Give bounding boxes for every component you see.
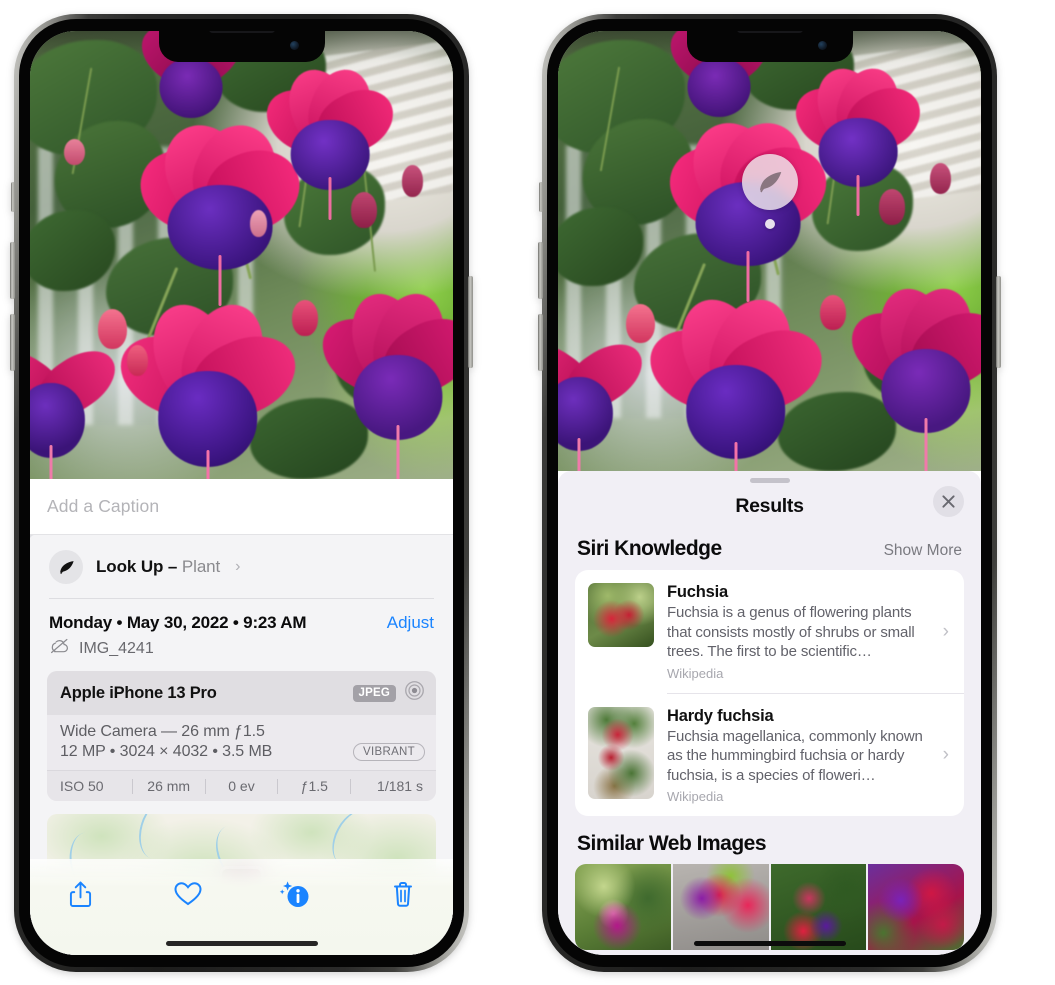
knowledge-source: Wikipedia: [667, 789, 724, 804]
capture-date: Monday • May 30, 2022 • 9:23 AM: [49, 613, 307, 632]
phone-right-screen: Results Siri Knowledge Show More Fuchsia…: [558, 31, 981, 955]
knowledge-item-fuchsia[interactable]: Fuchsia Fuchsia is a genus of flowering …: [575, 570, 964, 693]
similar-images-grid: [558, 864, 981, 950]
look-up-label: Look Up – Plant: [96, 557, 220, 577]
volume-down-button[interactable]: [538, 314, 543, 371]
volume-up-button[interactable]: [538, 242, 543, 299]
look-up-subject: Plant: [181, 557, 221, 576]
photo-style-badge: VIBRANT: [353, 743, 425, 761]
visual-look-up-badge[interactable]: [741, 154, 798, 230]
exif-specs-row: 12 MP • 3024 × 4032 • 3.5 MB VIBRANT: [60, 743, 425, 761]
mute-switch[interactable]: [11, 182, 15, 212]
volume-down-button[interactable]: [10, 314, 15, 371]
chevron-right-icon: ›: [235, 558, 241, 575]
power-button[interactable]: [468, 276, 473, 368]
info-sparkle-icon[interactable]: [273, 873, 317, 915]
siri-knowledge-card: Fuchsia Fuchsia is a genus of flowering …: [575, 570, 964, 816]
phone-right-bezel: Results Siri Knowledge Show More Fuchsia…: [547, 19, 992, 967]
knowledge-source: Wikipedia: [667, 665, 724, 681]
knowledge-thumbnail: [588, 706, 654, 799]
exif-stat-aperture: ƒ1.5: [300, 778, 328, 794]
look-up-anchor-dot: [764, 219, 775, 230]
notch: [686, 31, 853, 62]
similar-image-1[interactable]: [575, 864, 671, 950]
exif-details: Wide Camera — 26 mm ƒ1.5 12 MP • 3024 × …: [47, 715, 436, 770]
exif-header: Apple iPhone 13 Pro JPEG: [47, 671, 436, 715]
format-badge: JPEG: [352, 684, 396, 702]
exif-stat-ev: 0 ev: [228, 778, 255, 794]
exif-stat-iso: ISO 50: [60, 778, 104, 794]
notch: [158, 31, 325, 62]
earpiece-speaker: [208, 31, 275, 33]
panel-title: Results: [735, 494, 804, 517]
map-stream: [132, 814, 188, 865]
power-button[interactable]: [996, 276, 1001, 368]
exif-stat-focal: 26 mm: [147, 778, 191, 794]
screenshot-stage: Add a Caption ✦ ✦: [0, 0, 1055, 985]
exif-header-badges: JPEG: [352, 680, 425, 706]
knowledge-item-hardy-fuchsia[interactable]: Hardy fuchsia Fuchsia magellanica, commo…: [575, 694, 964, 817]
caption-row[interactable]: Add a Caption: [30, 479, 453, 535]
photo-foliage-layer: [558, 31, 981, 471]
file-name: IMG_4241: [79, 639, 154, 657]
phone-left-screen: Add a Caption ✦ ✦: [30, 31, 453, 955]
look-up-row[interactable]: ✦ ✦ Look Up – Plant ›: [30, 535, 453, 598]
knowledge-thumbnail: [588, 583, 654, 647]
section-title: Similar Web Images: [577, 832, 767, 855]
knowledge-title: Hardy fuchsia: [667, 706, 774, 725]
file-specs: 12 MP • 3024 × 4032 • 3.5 MB: [60, 743, 273, 760]
section-title: Siri Knowledge: [577, 537, 722, 560]
similar-web-images-header: Similar Web Images: [558, 816, 981, 864]
leaf-icon: [759, 172, 781, 193]
results-panel: Results Siri Knowledge Show More Fuchsia…: [558, 471, 981, 955]
volume-up-button[interactable]: [10, 242, 15, 299]
knowledge-description: Fuchsia is a genus of flowering plants t…: [667, 604, 915, 660]
sparkle-icon: ✦: [30, 535, 36, 546]
favorite-heart-icon[interactable]: [166, 873, 210, 915]
photo-viewer[interactable]: [30, 31, 453, 479]
similar-image-2[interactable]: [672, 864, 769, 950]
knowledge-description: Fuchsia magellanica, commonly known as t…: [667, 727, 923, 784]
trash-icon[interactable]: [381, 873, 425, 915]
front-camera-icon: [289, 41, 299, 50]
knowledge-title: Fuchsia: [667, 583, 728, 601]
aperture-icon: [404, 680, 425, 706]
adjust-button[interactable]: Adjust: [387, 613, 434, 633]
phone-left-bezel: Add a Caption ✦ ✦: [19, 19, 464, 967]
home-indicator[interactable]: [165, 940, 318, 946]
exif-stat-shutter: 1/181 s: [377, 778, 423, 794]
phone-right: Results Siri Knowledge Show More Fuchsia…: [538, 14, 1001, 972]
share-icon[interactable]: [58, 873, 102, 915]
mute-switch[interactable]: [539, 182, 543, 212]
siri-knowledge-header: Siri Knowledge Show More: [558, 529, 981, 570]
results-header: Results: [558, 483, 981, 529]
knowledge-text: Fuchsia Fuchsia is a genus of flowering …: [667, 583, 930, 681]
similar-image-3[interactable]: [770, 864, 867, 950]
home-indicator[interactable]: [693, 940, 846, 946]
leaf-icon: [49, 550, 83, 584]
photo-foliage-layer: [30, 31, 453, 479]
show-more-button[interactable]: Show More: [884, 542, 962, 560]
photo-info-sheet: Add a Caption ✦ ✦: [30, 479, 453, 955]
exif-stats: ISO 50 26 mm 0 ev ƒ1.5 1/181 s: [47, 770, 436, 801]
cloud-slash-icon: [49, 638, 70, 659]
earpiece-speaker: [736, 31, 803, 33]
exif-card[interactable]: Apple iPhone 13 Pro JPEG Wide Camera — 2…: [47, 671, 436, 801]
close-icon[interactable]: [933, 486, 964, 517]
caption-input[interactable]: Add a Caption: [47, 496, 159, 517]
look-up-title: Look Up –: [96, 557, 182, 576]
date-row: Monday • May 30, 2022 • 9:23 AM Adjust: [30, 599, 453, 633]
chevron-right-icon: ›: [942, 620, 949, 642]
similar-image-4[interactable]: [868, 864, 964, 950]
lens-info: Wide Camera — 26 mm ƒ1.5: [60, 723, 265, 740]
knowledge-text: Hardy fuchsia Fuchsia magellanica, commo…: [667, 707, 930, 805]
chevron-right-icon: ›: [942, 744, 949, 766]
file-row: IMG_4241: [30, 633, 453, 671]
camera-device: Apple iPhone 13 Pro: [60, 683, 217, 702]
front-camera-icon: [817, 41, 827, 50]
phone-left: Add a Caption ✦ ✦: [10, 14, 473, 972]
photo-viewer[interactable]: [558, 31, 981, 471]
